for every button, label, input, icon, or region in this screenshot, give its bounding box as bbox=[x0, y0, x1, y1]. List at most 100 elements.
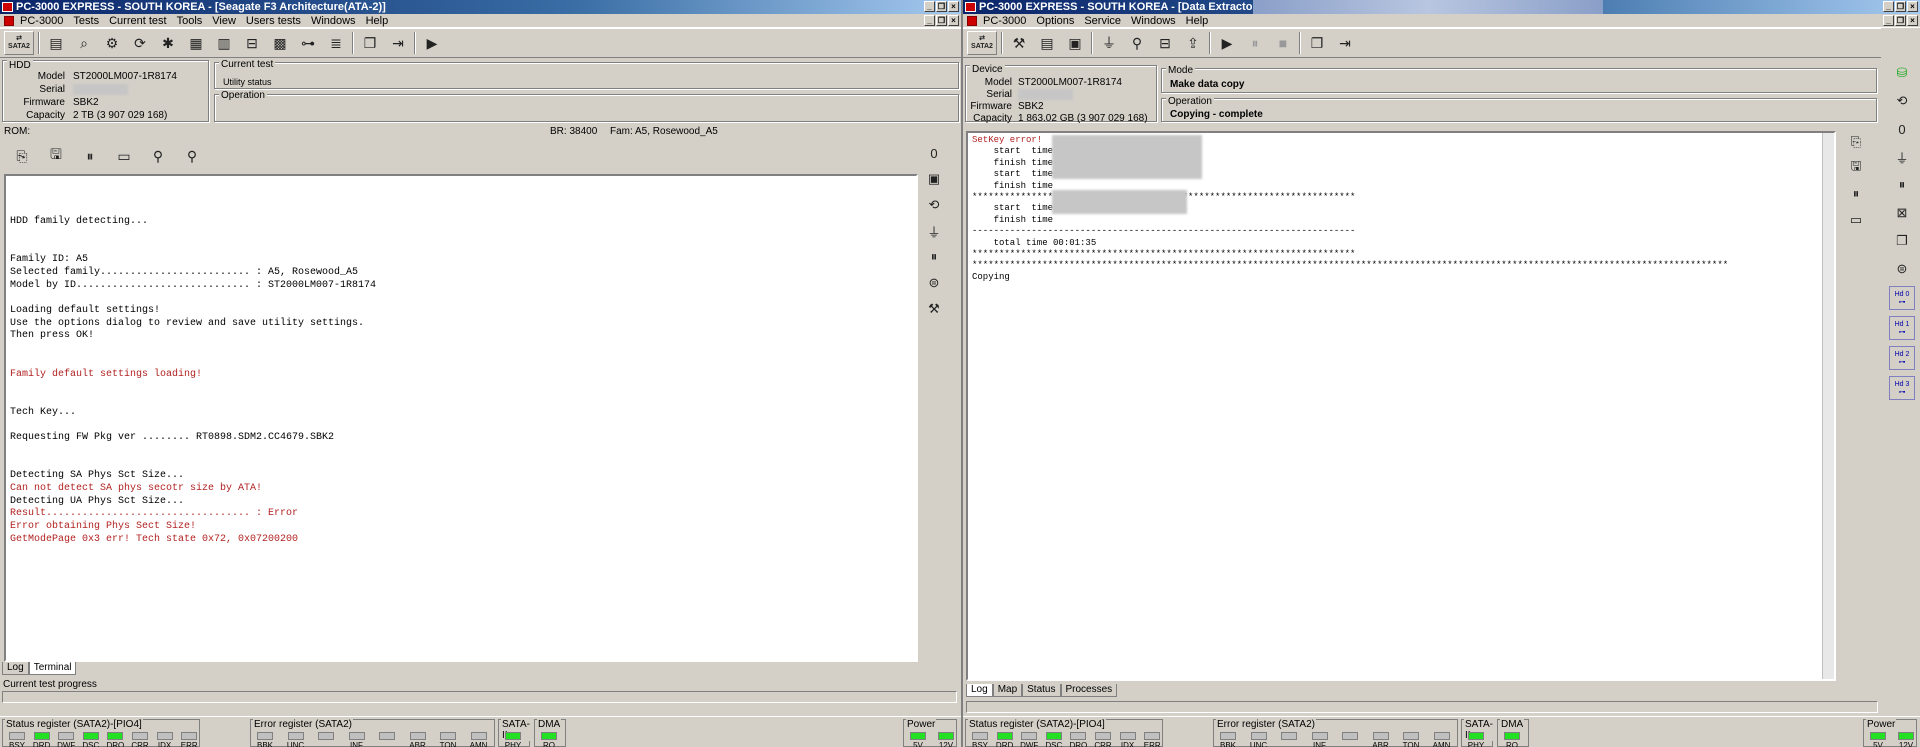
connect-icon[interactable]: ⏚ bbox=[1097, 31, 1121, 55]
hd2-button[interactable]: Hd 2 ⊶ bbox=[1889, 346, 1915, 370]
counter-icon[interactable]: 0 bbox=[1891, 118, 1913, 140]
clear-icon[interactable]: ▭ bbox=[1845, 209, 1867, 231]
menu-windows[interactable]: Windows bbox=[311, 15, 356, 27]
pause-icon[interactable]: ⏸ bbox=[1243, 31, 1267, 55]
firmware-value: SBK2 bbox=[73, 97, 99, 108]
restore-button[interactable]: ❐ bbox=[1895, 1, 1906, 12]
model-value: ST2000LM007-1R8174 bbox=[73, 71, 177, 82]
search-icon[interactable]: ⌕ bbox=[72, 31, 96, 55]
find-icon[interactable]: ⚲ bbox=[1125, 31, 1149, 55]
stop-icon[interactable]: ■ bbox=[1271, 31, 1295, 55]
status-led bbox=[1403, 732, 1419, 740]
hd0-button[interactable]: Hd 0 ⊶ bbox=[1889, 286, 1915, 310]
mdi-restore-button[interactable]: ❐ bbox=[936, 15, 947, 26]
mdi-minimize-button[interactable]: _ bbox=[1883, 15, 1894, 26]
status-led-label: DRD bbox=[32, 741, 51, 747]
tab-status[interactable]: Status bbox=[1022, 684, 1061, 697]
exit-icon[interactable]: ⇥ bbox=[386, 31, 410, 55]
minimize-button[interactable]: _ bbox=[924, 1, 935, 12]
hd3-button[interactable]: Hd 3 ⊶ bbox=[1889, 376, 1915, 400]
mdi-close-button[interactable]: × bbox=[1907, 15, 1918, 26]
grid-icon[interactable]: ▩ bbox=[268, 31, 292, 55]
menu-tests[interactable]: Tests bbox=[73, 15, 99, 27]
tools-icon[interactable]: ⚒ bbox=[923, 298, 945, 320]
pause-icon[interactable]: ⏸ bbox=[923, 246, 945, 268]
reset-icon[interactable]: ⟳ bbox=[128, 31, 152, 55]
reset-icon[interactable]: ⟲ bbox=[1891, 90, 1913, 112]
right-window: PC-3000 EXPRESS - SOUTH KOREA - [Data Ex… bbox=[963, 0, 1920, 747]
play-icon[interactable]: ▶ bbox=[420, 31, 444, 55]
list-icon[interactable]: ≣ bbox=[324, 31, 348, 55]
chip-icon[interactable]: ▦ bbox=[184, 31, 208, 55]
mdi-minimize-button[interactable]: _ bbox=[924, 15, 935, 26]
close-button[interactable]: × bbox=[948, 1, 959, 12]
minimize-button[interactable]: _ bbox=[1883, 1, 1894, 12]
mdi-close-button[interactable]: × bbox=[948, 15, 959, 26]
windows-icon[interactable]: ❐ bbox=[1305, 31, 1329, 55]
menu-view[interactable]: View bbox=[212, 15, 236, 27]
copy-icon[interactable]: ⎘ bbox=[10, 144, 34, 168]
menu-service[interactable]: Service bbox=[1084, 15, 1121, 27]
copy-icon[interactable]: ⎘ bbox=[1845, 131, 1867, 153]
exit-icon[interactable]: ⇥ bbox=[1333, 31, 1357, 55]
menu-current-test[interactable]: Current test bbox=[109, 15, 166, 27]
pause-icon[interactable]: ⏸ bbox=[1845, 183, 1867, 205]
left-log-panel[interactable]: HDD family detecting... Family ID: A5 Sel… bbox=[4, 174, 918, 662]
find-next-icon[interactable]: ⚲ bbox=[180, 144, 204, 168]
db-icon[interactable]: ⛁ bbox=[1891, 62, 1913, 84]
tab-log[interactable]: Log bbox=[966, 684, 993, 697]
mdi-restore-button[interactable]: ❐ bbox=[1895, 15, 1906, 26]
export-icon[interactable]: ⇪ bbox=[1181, 31, 1205, 55]
status-led bbox=[1468, 732, 1484, 740]
memory-icon[interactable]: ▥ bbox=[212, 31, 236, 55]
drive-icon[interactable]: ⊟ bbox=[240, 31, 264, 55]
hd1-button[interactable]: Hd 1 ⊶ bbox=[1889, 316, 1915, 340]
menu-windows[interactable]: Windows bbox=[1131, 15, 1176, 27]
network-icon[interactable]: ⊶ bbox=[296, 31, 320, 55]
menu-help[interactable]: Help bbox=[366, 15, 389, 27]
status-led bbox=[972, 732, 988, 740]
clear-icon[interactable]: ▭ bbox=[112, 144, 136, 168]
power-plug-icon[interactable]: ⏚ bbox=[1891, 146, 1913, 168]
pause-icon[interactable]: ⏸ bbox=[1891, 174, 1913, 196]
menu-pc3000[interactable]: PC-3000 bbox=[983, 15, 1026, 27]
test-list-icon[interactable]: ▤ bbox=[44, 31, 68, 55]
map-icon[interactable]: ▣ bbox=[1063, 31, 1087, 55]
tools-icon[interactable]: ⚙ bbox=[100, 31, 124, 55]
sata2-port-button[interactable]: ⇄ SATA2 bbox=[967, 31, 997, 55]
tab-processes[interactable]: Processes bbox=[1060, 684, 1118, 697]
drive-icon[interactable]: ⊜ bbox=[1891, 258, 1913, 280]
tab-map[interactable]: Map bbox=[992, 684, 1023, 697]
save-icon[interactable]: 🖫 bbox=[44, 144, 68, 168]
status-led bbox=[541, 732, 557, 740]
sata2-port-button[interactable]: ⇄ SATA2 bbox=[4, 31, 34, 55]
board-icon[interactable]: ▣ bbox=[923, 168, 945, 190]
windows-icon[interactable]: ❐ bbox=[1891, 230, 1913, 252]
menu-tools[interactable]: Tools bbox=[177, 15, 203, 27]
pause-icon[interactable]: ⏸ bbox=[78, 144, 102, 168]
counter-icon[interactable]: 0 bbox=[923, 142, 945, 164]
board-reset-icon[interactable]: ⊠ bbox=[1891, 202, 1913, 224]
right-log-panel[interactable]: SetKey error! start time finish time sta… bbox=[966, 131, 1836, 681]
close-button[interactable]: × bbox=[1907, 1, 1918, 12]
find-icon[interactable]: ⚲ bbox=[146, 144, 170, 168]
task-icon[interactable]: ▤ bbox=[1035, 31, 1059, 55]
log-scrollbar[interactable] bbox=[1822, 133, 1834, 679]
tab-terminal[interactable]: Terminal bbox=[28, 662, 77, 675]
reset-board-icon[interactable]: ⟲ bbox=[923, 194, 945, 216]
menu-users-tests[interactable]: Users tests bbox=[246, 15, 301, 27]
restore-button[interactable]: ❐ bbox=[936, 1, 947, 12]
tab-log[interactable]: Log bbox=[2, 662, 29, 675]
menu-help[interactable]: Help bbox=[1186, 15, 1209, 27]
tools-icon[interactable]: ⚒ bbox=[1007, 31, 1031, 55]
drive-icon[interactable]: ⊟ bbox=[1153, 31, 1177, 55]
gear-icon[interactable]: ✱ bbox=[156, 31, 180, 55]
menu-options[interactable]: Options bbox=[1036, 15, 1074, 27]
menu-pc3000[interactable]: PC-3000 bbox=[20, 15, 63, 27]
play-icon[interactable]: ▶ bbox=[1215, 31, 1239, 55]
drive-step-icon[interactable]: ⊜ bbox=[923, 272, 945, 294]
windows-icon[interactable]: ❐ bbox=[358, 31, 382, 55]
save-icon[interactable]: 🖫 bbox=[1845, 157, 1867, 179]
power-plug-icon[interactable]: ⏚ bbox=[923, 220, 945, 242]
